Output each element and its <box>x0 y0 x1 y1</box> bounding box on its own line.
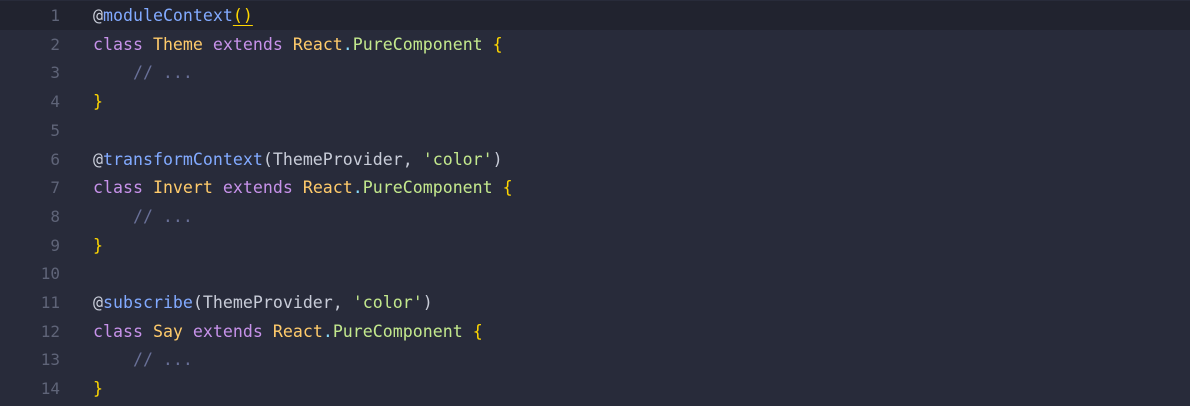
code-line[interactable]: 3 // ... <box>0 58 1190 87</box>
code-editor[interactable]: 1 @moduleContext() 2 class Theme extends Re… <box>0 0 1190 406</box>
code-token: Say <box>152 321 193 341</box>
line-number: 1 <box>50 6 60 25</box>
code-line[interactable]: 8 // ... <box>0 202 1190 231</box>
code-line[interactable]: 10 <box>0 259 1190 288</box>
code-token: React <box>272 321 323 341</box>
line-number: 9 <box>50 235 60 255</box>
code-token: moduleContext <box>103 6 233 25</box>
code-token: { <box>502 178 513 198</box>
code-token: subscribe <box>103 293 193 312</box>
code-token: } <box>93 379 103 399</box>
code-token: React <box>302 178 353 198</box>
line-code: class Theme extends React.PureComponent … <box>93 30 503 59</box>
code-token: 'color' <box>422 149 493 169</box>
code-line[interactable]: 12 class Say extends React.PureComponent … <box>0 317 1190 346</box>
line-code: @moduleContext() <box>93 1 253 30</box>
line-code: class Invert extends React.PureComponent… <box>93 173 513 202</box>
line-number: 13 <box>40 350 60 370</box>
code-token: { <box>472 321 483 341</box>
line-code: // ... <box>93 58 193 87</box>
code-token: PureComponent <box>352 34 493 54</box>
code-token: @ <box>93 293 103 312</box>
code-token: (ThemeProvider, <box>262 149 423 169</box>
code-token: // ... <box>93 206 193 226</box>
line-number: 10 <box>40 264 60 284</box>
code-line[interactable]: 5 <box>0 116 1190 145</box>
code-token: class <box>93 321 153 341</box>
code-line[interactable]: 2 class Theme extends React.PureComponent… <box>0 30 1190 59</box>
code-token: () <box>232 6 253 25</box>
line-code: } <box>93 374 103 403</box>
line-number: 4 <box>50 92 60 112</box>
line-number: 7 <box>50 178 60 198</box>
line-code: // ... <box>93 345 193 374</box>
code-token: ) <box>422 293 433 312</box>
code-token: . <box>322 321 333 341</box>
code-token: 'color' <box>352 293 423 312</box>
line-code: @subscribe(ThemeProvider, 'color') <box>93 288 433 317</box>
line-number: 6 <box>50 149 60 169</box>
code-line[interactable]: 1 @moduleContext() <box>0 1 1190 30</box>
code-token: PureComponent <box>362 178 503 198</box>
code-token: Theme <box>152 34 213 54</box>
line-number: 14 <box>40 379 60 399</box>
code-token: } <box>93 92 103 112</box>
code-token: // ... <box>93 63 193 83</box>
code-line[interactable]: 14} <box>0 374 1190 403</box>
code-line[interactable]: 9} <box>0 231 1190 260</box>
code-token: extends <box>212 34 293 54</box>
line-number: 2 <box>50 34 60 54</box>
code-token: { <box>492 34 503 54</box>
code-token: extends <box>222 178 303 198</box>
line-number: 11 <box>40 293 60 312</box>
line-number: 12 <box>40 321 60 341</box>
line-code: class Say extends React.PureComponent { <box>93 317 483 346</box>
code-token: ) <box>492 149 503 169</box>
code-token: @ <box>93 149 103 169</box>
line-number: 8 <box>50 206 60 226</box>
line-code: } <box>93 231 103 260</box>
code-line[interactable]: 13 // ... <box>0 345 1190 374</box>
line-number: 5 <box>50 120 60 140</box>
line-code: } <box>93 87 103 116</box>
code-token: class <box>93 178 153 198</box>
code-line[interactable]: 7 class Invert extends React.PureComponen… <box>0 173 1190 202</box>
code-token: extends <box>192 321 273 341</box>
line-code: @transformContext(ThemeProvider, 'color'… <box>93 145 503 174</box>
code-token: React <box>292 34 343 54</box>
line-code: // ... <box>93 202 193 231</box>
code-token: Invert <box>152 178 223 198</box>
code-line[interactable]: 11 @subscribe(ThemeProvider, 'color') <box>0 288 1190 317</box>
line-number: 3 <box>50 63 60 83</box>
code-token: } <box>93 235 103 255</box>
code-line[interactable]: 4} <box>0 87 1190 116</box>
code-line[interactable]: 6 @transformContext(ThemeProvider, 'color… <box>0 145 1190 174</box>
code-token: . <box>352 178 363 198</box>
code-token: (ThemeProvider, <box>192 293 353 312</box>
code-token: class <box>93 34 153 54</box>
code-token: PureComponent <box>332 321 473 341</box>
code-token: @ <box>93 6 103 25</box>
code-token: . <box>342 34 353 54</box>
code-token: transformContext <box>103 149 263 169</box>
code-token: // ... <box>93 350 193 370</box>
